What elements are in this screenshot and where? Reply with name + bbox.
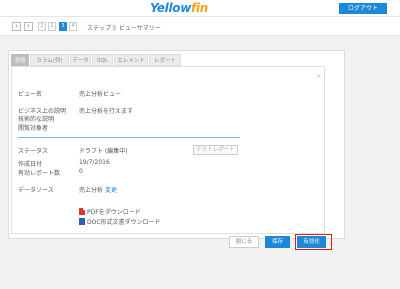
tab-general[interactable]: 全般 <box>11 54 29 66</box>
active-reports-label: 有効レポート数 <box>18 170 61 177</box>
doc-download-link[interactable]: DOC形式文書ダウンロード <box>79 217 161 226</box>
pdf-icon <box>79 208 85 215</box>
yellowfin-logo: Yellowfin <box>150 1 208 15</box>
doc-download-label: DOC形式文書ダウンロード <box>87 219 161 226</box>
close-icon[interactable]: × <box>316 72 322 80</box>
tab-reports[interactable]: レポート <box>149 54 181 66</box>
tab-elements[interactable]: エレメント <box>114 54 148 66</box>
general-card <box>11 66 325 234</box>
logout-button[interactable]: ログアウト <box>339 3 387 14</box>
business-description-value: 売上分析を行えます <box>79 108 134 115</box>
step-4[interactable]: 4 <box>69 22 77 31</box>
step-3[interactable]: 3 <box>59 22 67 31</box>
test-report-button[interactable]: テストレポート <box>193 145 238 155</box>
save-button[interactable]: 保存 <box>265 236 290 248</box>
status-value: ドラフト (編集中) <box>79 148 128 155</box>
pdf-download-link[interactable]: PDFをダウンロード <box>79 207 141 216</box>
technical-description-label: 技術的な説明 <box>18 116 55 123</box>
divider <box>18 137 240 138</box>
step-navigation-bar: ‹ › 1 2 3 4 ステップ３ ビューサマリー <box>0 17 400 36</box>
status-label: ステータス <box>18 148 49 155</box>
created-date-label: 作成日付 <box>18 161 43 168</box>
logo-part1: Yellow <box>150 1 192 15</box>
datasource-value-group: 売上分析 変更 <box>79 185 117 194</box>
tab-columns[interactable]: カラム(列) <box>30 54 69 66</box>
created-date-value: 19/7/2016 <box>79 159 110 166</box>
active-reports-value: 0 <box>79 168 83 175</box>
logo-part2: fin <box>191 1 209 15</box>
activate-highlight-box <box>295 234 332 250</box>
chevron-left-icon[interactable]: ‹ <box>12 22 21 31</box>
close-button[interactable]: 閉じる <box>229 236 259 248</box>
datasource-change-link[interactable]: 変更 <box>105 187 117 194</box>
datasource-value: 売上分析 <box>79 187 104 194</box>
audience-label: 閲覧対象者 <box>18 125 49 132</box>
tab-sql[interactable]: SQL <box>92 54 113 66</box>
view-name-label: ビュー名 <box>18 91 43 98</box>
top-bar: Yellowfin ログアウト <box>0 0 400 17</box>
step-1[interactable]: 1 <box>38 22 46 31</box>
tab-data[interactable]: データ <box>70 54 91 66</box>
step-2[interactable]: 2 <box>48 22 56 31</box>
chevron-right-icon[interactable]: › <box>24 22 33 31</box>
page-title: ステップ３ ビューサマリー <box>87 25 161 32</box>
pdf-download-label: PDFをダウンロード <box>87 209 141 216</box>
datasource-label: データソース <box>18 187 54 194</box>
view-name-value: 売上分析ビュー <box>79 91 122 98</box>
doc-icon <box>79 218 85 225</box>
